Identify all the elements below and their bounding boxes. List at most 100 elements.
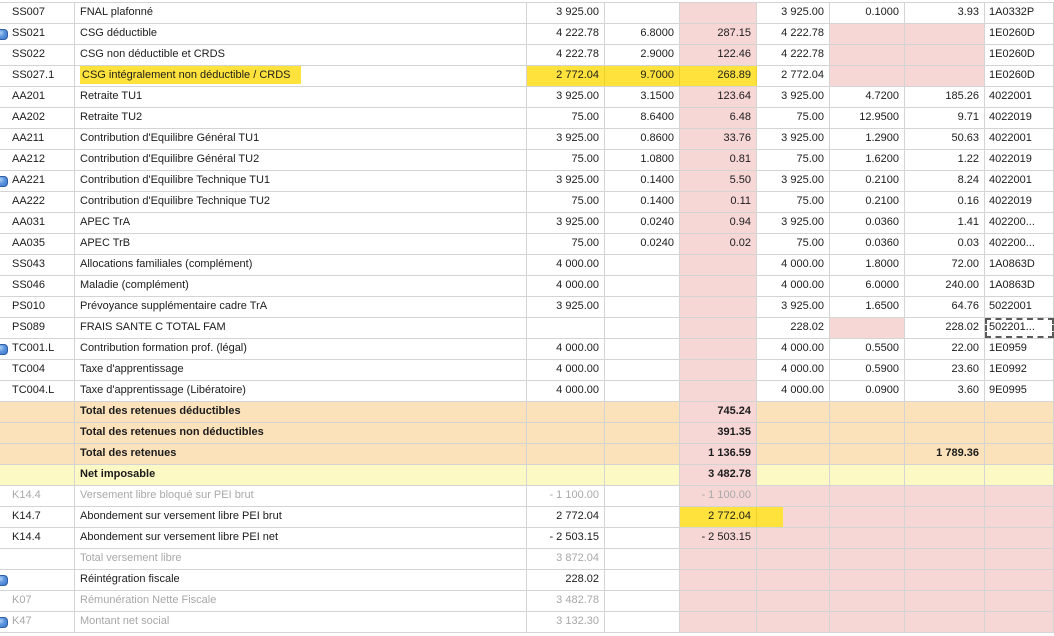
cell-base1[interactable]: 3 872.04 bbox=[527, 549, 605, 569]
cell-rate1[interactable]: 0.0240 bbox=[605, 213, 680, 233]
cell-base1[interactable] bbox=[527, 465, 605, 485]
cell-code[interactable] bbox=[0, 465, 75, 485]
cell-rate1[interactable] bbox=[605, 276, 680, 296]
cell-amount2[interactable]: 72.00 bbox=[905, 255, 985, 275]
cell-amount1[interactable] bbox=[680, 570, 757, 590]
cell-rate1[interactable] bbox=[605, 297, 680, 317]
cell-base2[interactable]: 4 000.00 bbox=[757, 276, 830, 296]
cell-code[interactable] bbox=[0, 549, 75, 569]
cell-base2[interactable]: 75.00 bbox=[757, 108, 830, 128]
cell-label[interactable]: Total des retenues déductibles bbox=[75, 402, 527, 422]
cell-code[interactable]: AA031 bbox=[0, 213, 75, 233]
cell-label[interactable]: Total des retenues non déductibles bbox=[75, 423, 527, 443]
cell-rate2[interactable] bbox=[830, 465, 905, 485]
cell-ref[interactable]: 1E0992 bbox=[985, 360, 1054, 380]
cell-amount2[interactable] bbox=[905, 486, 985, 506]
cell-code[interactable]: K14.4 bbox=[0, 486, 75, 506]
cell-base2[interactable] bbox=[757, 507, 830, 527]
cell-amount2[interactable] bbox=[905, 528, 985, 548]
cell-amount2[interactable]: 185.26 bbox=[905, 87, 985, 107]
cell-rate2[interactable]: 12.9500 bbox=[830, 108, 905, 128]
cell-rate1[interactable] bbox=[605, 360, 680, 380]
cell-label[interactable]: Total des retenues bbox=[75, 444, 527, 464]
cell-rate1[interactable] bbox=[605, 612, 680, 632]
cell-base2[interactable] bbox=[757, 444, 830, 464]
cell-amount1[interactable]: 1 136.59 bbox=[680, 444, 757, 464]
cell-amount1[interactable] bbox=[680, 339, 757, 359]
cell-base2[interactable] bbox=[757, 570, 830, 590]
cell-label[interactable]: Abondement sur versement libre PEI net bbox=[75, 528, 527, 548]
cell-amount2[interactable]: 3.60 bbox=[905, 381, 985, 401]
cell-amount2[interactable]: 50.63 bbox=[905, 129, 985, 149]
cell-ref[interactable]: 1E0260D bbox=[985, 66, 1054, 86]
cell-rate2[interactable]: 1.8000 bbox=[830, 255, 905, 275]
cell-rate2[interactable] bbox=[830, 507, 905, 527]
cell-base2[interactable]: 3 925.00 bbox=[757, 87, 830, 107]
cell-base1[interactable]: 3 925.00 bbox=[527, 129, 605, 149]
note-icon[interactable] bbox=[0, 29, 8, 40]
cell-rate1[interactable] bbox=[605, 486, 680, 506]
cell-ref[interactable] bbox=[985, 591, 1054, 611]
cell-amount1[interactable]: 122.46 bbox=[680, 45, 757, 65]
cell-ref[interactable]: 1E0959 bbox=[985, 339, 1054, 359]
cell-code[interactable] bbox=[0, 570, 75, 590]
cell-base2[interactable]: 3 925.00 bbox=[757, 3, 830, 23]
cell-label[interactable]: CSG déductible bbox=[75, 24, 527, 44]
cell-rate1[interactable]: 3.1500 bbox=[605, 87, 680, 107]
cell-base1[interactable]: - 2 503.15 bbox=[527, 528, 605, 548]
cell-amount1[interactable] bbox=[680, 318, 757, 338]
cell-base1[interactable]: 3 132.30 bbox=[527, 612, 605, 632]
cell-amount1[interactable]: 391.35 bbox=[680, 423, 757, 443]
cell-ref[interactable] bbox=[985, 423, 1054, 443]
cell-rate2[interactable]: 6.0000 bbox=[830, 276, 905, 296]
cell-label[interactable]: Retraite TU1 bbox=[75, 87, 527, 107]
cell-base1[interactable] bbox=[527, 423, 605, 443]
cell-amount2[interactable]: 0.16 bbox=[905, 192, 985, 212]
cell-base2[interactable] bbox=[757, 549, 830, 569]
cell-rate2[interactable] bbox=[830, 444, 905, 464]
cell-rate2[interactable] bbox=[830, 612, 905, 632]
cell-ref[interactable] bbox=[985, 507, 1054, 527]
cell-ref[interactable]: 1E0260D bbox=[985, 45, 1054, 65]
cell-base2[interactable]: 3 925.00 bbox=[757, 171, 830, 191]
cell-rate1[interactable]: 0.1400 bbox=[605, 192, 680, 212]
cell-amount2[interactable] bbox=[905, 549, 985, 569]
cell-rate1[interactable] bbox=[605, 570, 680, 590]
cell-amount1[interactable]: 33.76 bbox=[680, 129, 757, 149]
note-icon[interactable] bbox=[0, 575, 8, 586]
cell-rate2[interactable]: 1.6500 bbox=[830, 297, 905, 317]
cell-rate2[interactable] bbox=[830, 570, 905, 590]
cell-base1[interactable]: 2 772.04 bbox=[527, 507, 605, 527]
cell-amount1[interactable]: 287.15 bbox=[680, 24, 757, 44]
cell-amount2[interactable]: 1.41 bbox=[905, 213, 985, 233]
cell-amount1[interactable] bbox=[680, 591, 757, 611]
cell-base2[interactable]: 4 000.00 bbox=[757, 339, 830, 359]
cell-amount2[interactable]: 1 789.36 bbox=[905, 444, 985, 464]
cell-rate2[interactable] bbox=[830, 549, 905, 569]
cell-label[interactable]: Taxe d'apprentissage (Libératoire) bbox=[75, 381, 527, 401]
note-icon[interactable] bbox=[0, 176, 8, 187]
cell-ref[interactable]: 1E0260D bbox=[985, 24, 1054, 44]
cell-rate2[interactable] bbox=[830, 423, 905, 443]
cell-label[interactable]: Rémunération Nette Fiscale bbox=[75, 591, 527, 611]
note-icon[interactable] bbox=[0, 617, 8, 628]
cell-ref[interactable]: 4022001 bbox=[985, 171, 1054, 191]
cell-base1[interactable] bbox=[527, 402, 605, 422]
cell-amount2[interactable] bbox=[905, 465, 985, 485]
cell-label[interactable]: CSG non déductible et CRDS bbox=[75, 45, 527, 65]
cell-amount1[interactable]: 0.81 bbox=[680, 150, 757, 170]
cell-ref[interactable]: 4022001 bbox=[985, 129, 1054, 149]
cell-ref[interactable]: 4022019 bbox=[985, 192, 1054, 212]
cell-amount2[interactable]: 23.60 bbox=[905, 360, 985, 380]
cell-ref[interactable] bbox=[985, 402, 1054, 422]
cell-amount1[interactable] bbox=[680, 297, 757, 317]
cell-code[interactable]: AA035 bbox=[0, 234, 75, 254]
cell-label[interactable]: Contribution formation prof. (légal) bbox=[75, 339, 527, 359]
cell-amount1[interactable] bbox=[680, 612, 757, 632]
cell-base1[interactable]: 3 925.00 bbox=[527, 297, 605, 317]
cell-amount2[interactable] bbox=[905, 402, 985, 422]
cell-label[interactable]: Contribution d'Equilibre Général TU2 bbox=[75, 150, 527, 170]
cell-ref[interactable] bbox=[985, 486, 1054, 506]
cell-ref[interactable] bbox=[985, 549, 1054, 569]
cell-label[interactable]: Total versement libre bbox=[75, 549, 527, 569]
